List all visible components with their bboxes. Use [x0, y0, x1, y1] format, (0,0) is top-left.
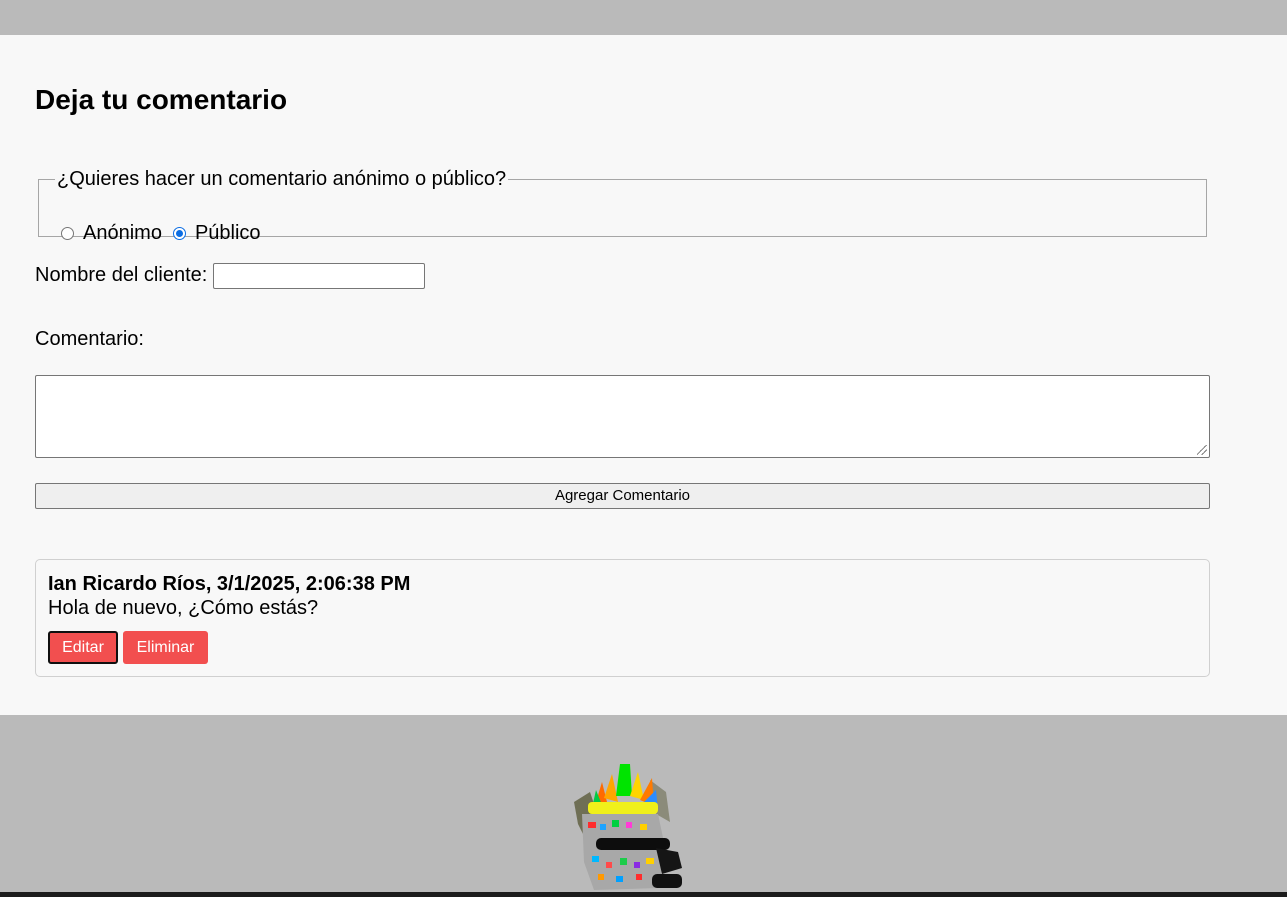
resize-grip-icon[interactable] — [1197, 445, 1207, 455]
anonymous-radio-label[interactable]: Anónimo — [83, 221, 162, 245]
add-comment-button[interactable]: Agregar Comentario — [35, 483, 1210, 509]
bottom-bar — [0, 892, 1287, 897]
edit-comment-button[interactable]: Editar — [48, 631, 118, 664]
page-title: Deja tu comentario — [35, 84, 288, 115]
delete-comment-button[interactable]: Eliminar — [123, 631, 208, 664]
comment-text: Hola de nuevo, ¿Cómo estás? — [48, 597, 319, 619]
mascot-image — [574, 764, 682, 890]
public-radio-label[interactable]: Público — [195, 221, 261, 245]
comment-card: Ian Ricardo Ríos, 3/1/2025, 2:06:38 PM H… — [35, 559, 1210, 677]
comment-label: Comentario: — [35, 328, 144, 350]
public-radio[interactable] — [172, 226, 186, 240]
customer-name-input[interactable] — [213, 263, 425, 289]
top-bar — [0, 0, 1287, 35]
comment-mode-legend: ¿Quieres hacer un comentario anónimo o p… — [57, 168, 507, 190]
comment-mode-options: Anónimo Público — [61, 221, 272, 245]
comment-mode-fieldset: ¿Quieres hacer un comentario anónimo o p… — [38, 168, 1207, 244]
comment-textarea[interactable] — [35, 375, 1210, 458]
comment-author-date: Ian Ricardo Ríos, 3/1/2025, 2:06:38 PM — [48, 573, 411, 595]
anonymous-radio[interactable] — [61, 226, 74, 240]
customer-name-label: Nombre del cliente: — [35, 264, 208, 286]
